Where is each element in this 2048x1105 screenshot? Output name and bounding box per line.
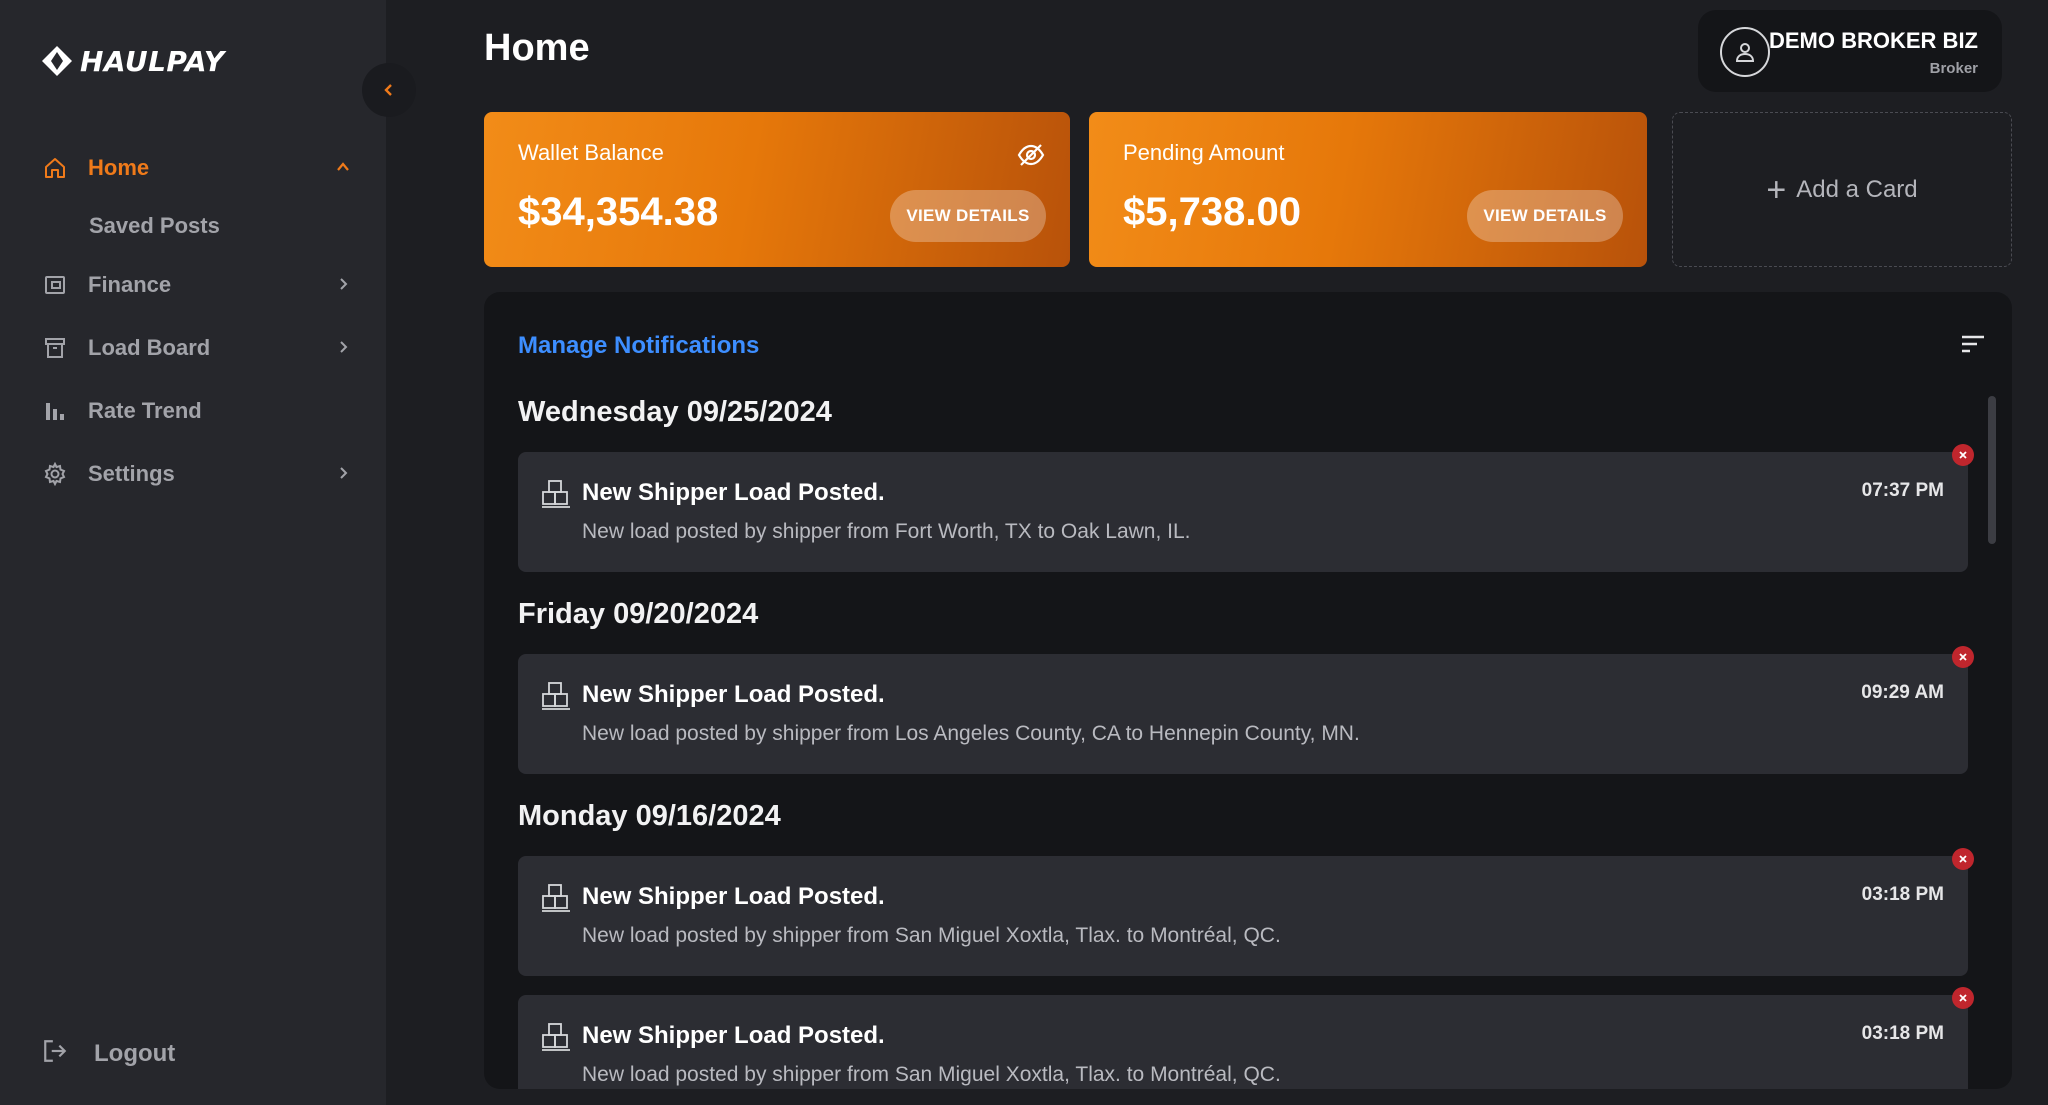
notifications-scrollbar[interactable] — [1988, 396, 1996, 544]
eye-off-icon[interactable] — [1016, 140, 1046, 170]
logo-mark-icon — [42, 46, 72, 76]
sidebar-item-load-board[interactable]: Load Board — [0, 316, 386, 379]
add-card-button[interactable]: + Add a Card — [1672, 112, 2012, 267]
pending-amount-card: Pending Amount $5,738.00 VIEW DETAILS — [1089, 112, 1647, 267]
pending-view-details-button[interactable]: VIEW DETAILS — [1467, 190, 1623, 242]
sidebar-item-home[interactable]: Home — [0, 136, 386, 199]
chevron-right-icon — [332, 336, 354, 358]
logout-button[interactable]: Logout — [42, 1038, 175, 1069]
gear-icon — [42, 461, 68, 487]
notification-date-heading: Wednesday 09/25/2024 — [518, 396, 832, 428]
avatar — [1720, 27, 1770, 77]
home-icon — [42, 155, 68, 181]
dismiss-notification-button[interactable] — [1952, 646, 1974, 668]
notifications-panel: Manage Notifications Wednesday 09/25/202… — [484, 292, 2012, 1089]
close-icon — [1959, 653, 1967, 661]
sidebar-nav: Home Saved Posts Finance Load Board Rate… — [0, 136, 386, 505]
close-icon — [1959, 855, 1967, 863]
notification-item[interactable]: New Shipper Load Posted. New load posted… — [518, 654, 1968, 774]
sort-filter-icon[interactable] — [1960, 332, 1986, 356]
sidebar-item-label: Finance — [88, 271, 172, 297]
card-label: Pending Amount — [1123, 140, 1285, 165]
page-title: Home — [484, 27, 590, 69]
haulpay-logo[interactable]: HAULPAY — [40, 44, 225, 78]
notification-time: 09:29 AM — [1861, 682, 1944, 703]
notification-item[interactable]: New Shipper Load Posted. New load posted… — [518, 995, 1968, 1089]
card-label: Wallet Balance — [518, 140, 664, 165]
close-icon — [1959, 994, 1967, 1002]
notification-time: 07:37 PM — [1861, 480, 1944, 501]
notification-description: New load posted by shipper from San Migu… — [582, 1063, 1281, 1086]
plus-icon: + — [1766, 170, 1787, 209]
dismiss-notification-button[interactable] — [1952, 848, 1974, 870]
boxes-icon — [542, 1023, 570, 1051]
notification-description: New load posted by shipper from San Migu… — [582, 924, 1281, 947]
notification-description: New load posted by shipper from Fort Wor… — [582, 520, 1191, 543]
user-icon — [1735, 43, 1755, 62]
user-menu[interactable]: DEMO BROKER BIZ Broker — [1698, 10, 2002, 92]
chevron-right-icon — [332, 462, 354, 484]
chevron-right-icon — [332, 273, 354, 295]
add-card-label: Add a Card — [1796, 175, 1918, 203]
collapse-sidebar-button[interactable] — [362, 63, 416, 117]
sidebar: HAULPAY Home Saved Posts Finance Load Bo… — [0, 0, 386, 1105]
notification-title: New Shipper Load Posted. — [582, 883, 885, 910]
bar-chart-icon — [42, 398, 68, 424]
notification-description: New load posted by shipper from Los Ange… — [582, 722, 1360, 745]
notification-date-heading: Friday 09/20/2024 — [518, 598, 759, 630]
notification-time: 03:18 PM — [1861, 1023, 1944, 1044]
sidebar-item-label: Rate Trend — [88, 397, 202, 423]
wallet-balance-card: Wallet Balance $34,354.38 VIEW DETAILS — [484, 112, 1070, 267]
sidebar-item-settings[interactable]: Settings — [0, 442, 386, 505]
notification-time: 03:18 PM — [1861, 884, 1944, 905]
notification-date-heading: Monday 09/16/2024 — [518, 800, 781, 832]
dismiss-notification-button[interactable] — [1952, 987, 1974, 1009]
notification-item[interactable]: New Shipper Load Posted. New load posted… — [518, 856, 1968, 976]
wallet-amount: $34,354.38 — [518, 190, 719, 234]
sidebar-item-label: Load Board — [88, 334, 211, 360]
sidebar-item-finance[interactable]: Finance — [0, 253, 386, 316]
notification-title: New Shipper Load Posted. — [582, 479, 885, 506]
logout-label: Logout — [94, 1039, 176, 1067]
pending-amount: $5,738.00 — [1123, 190, 1301, 234]
wallet-view-details-button[interactable]: VIEW DETAILS — [890, 190, 1046, 242]
chevron-up-icon — [332, 156, 354, 178]
user-role: Broker — [1929, 60, 1978, 77]
notification-title: New Shipper Load Posted. — [582, 1022, 885, 1049]
user-name: DEMO BROKER BIZ — [1769, 28, 1978, 53]
sidebar-subitem-saved-posts[interactable]: Saved Posts — [0, 199, 386, 253]
sidebar-item-rate-trend[interactable]: Rate Trend — [0, 379, 386, 442]
boxes-icon — [542, 480, 570, 508]
sidebar-item-label: Home — [88, 154, 150, 180]
logo-text: HAULPAY — [80, 44, 225, 78]
notification-title: New Shipper Load Posted. — [582, 681, 885, 708]
close-icon — [1959, 451, 1967, 459]
wallet-icon — [42, 272, 68, 298]
sidebar-item-label: Settings — [88, 460, 175, 486]
boxes-icon — [542, 682, 570, 710]
dismiss-notification-button[interactable] — [1952, 444, 1974, 466]
boxes-icon — [542, 884, 570, 912]
manage-notifications-link[interactable]: Manage Notifications — [518, 332, 759, 360]
notification-item[interactable]: New Shipper Load Posted. New load posted… — [518, 452, 1968, 572]
logout-icon — [42, 1038, 68, 1069]
archive-icon — [42, 335, 68, 361]
chevron-left-icon — [384, 84, 392, 96]
